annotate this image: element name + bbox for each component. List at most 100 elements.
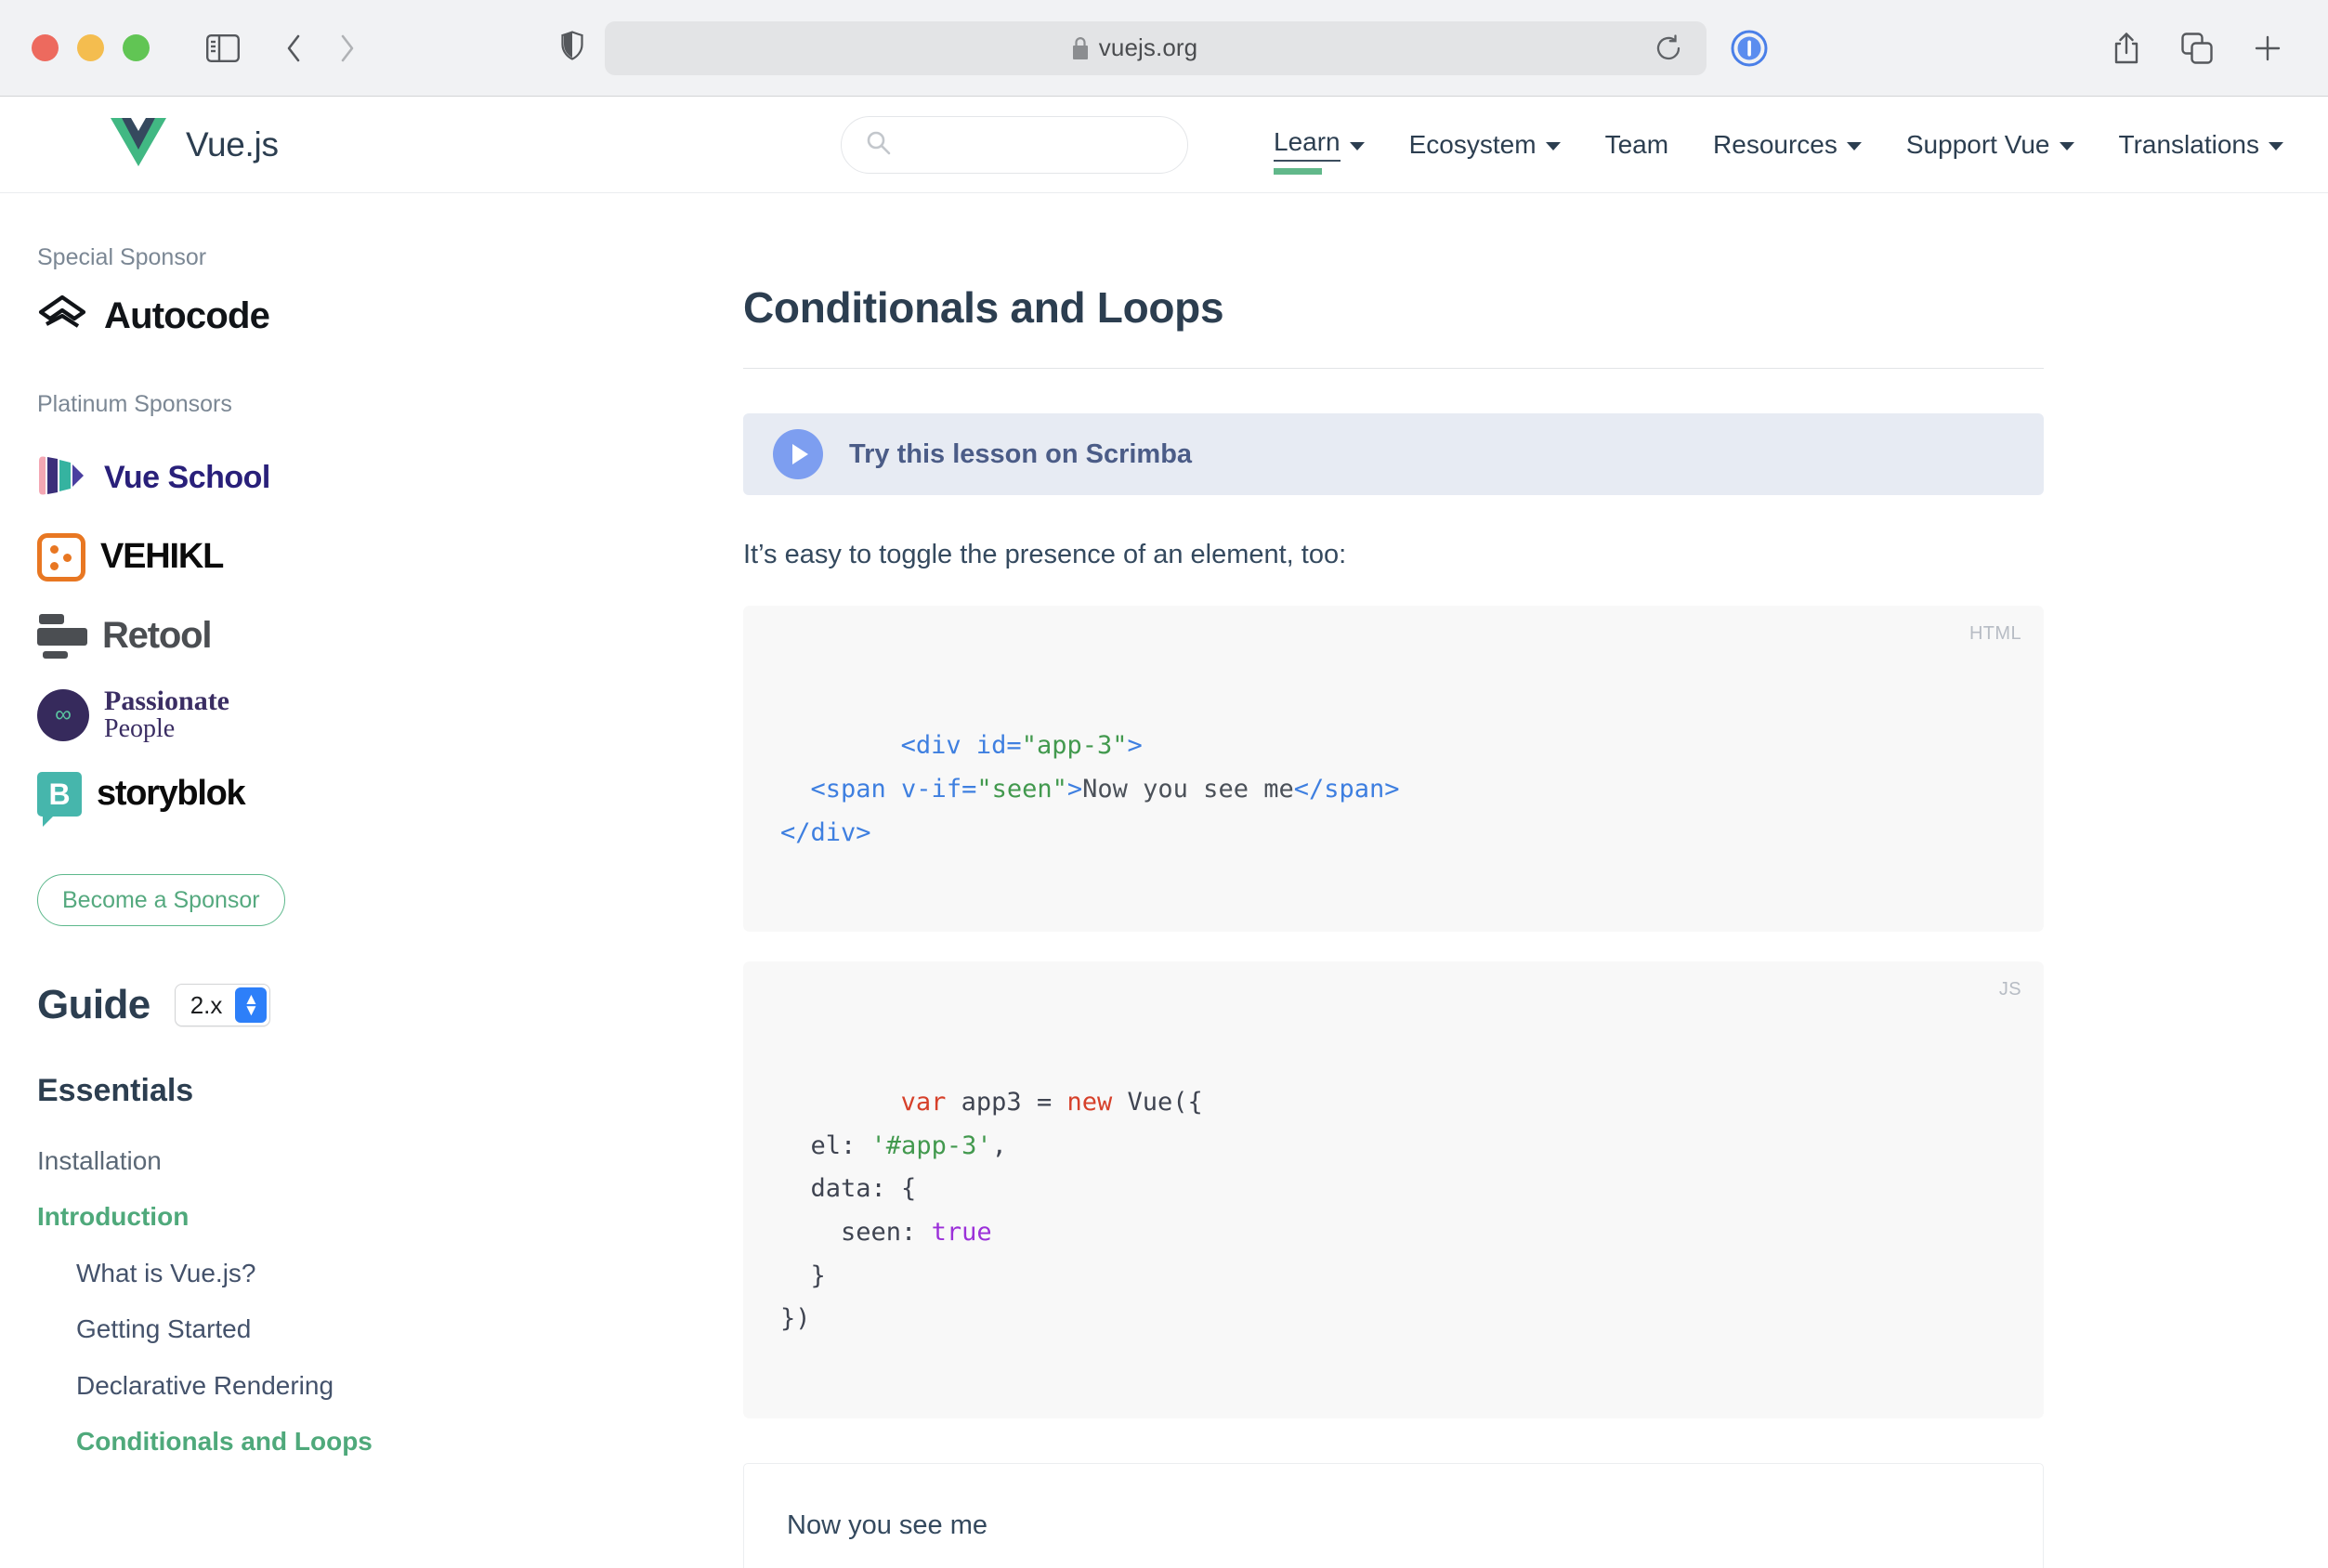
nav-item-label: Translations [2118, 129, 2259, 159]
minimize-window-button[interactable] [77, 34, 104, 61]
sponsor-retool[interactable]: Retool [37, 596, 743, 675]
code-content: var app3 = new Vue({ el: '#app-3', data:… [780, 1087, 1203, 1334]
lock-icon [1071, 36, 1090, 60]
version-select-value: 2.x [190, 990, 223, 1019]
chevron-up-down-icon[interactable]: ▲ ▼ [235, 987, 268, 1023]
sidebar-item-what-is-vuejs[interactable]: What is Vue.js? [37, 1246, 743, 1301]
code-block-html[interactable]: HTML <div id="app-3"> <span v-if="seen">… [743, 605, 2044, 933]
header-right: Learn Ecosystem Team Resources Support V… [841, 115, 2328, 175]
storyblok-mark-letter: B [48, 777, 71, 811]
version-select[interactable]: 2.x ▲ ▼ [174, 984, 271, 1026]
page-body: Special Sponsor Autocode Platinum Sponso… [0, 193, 2328, 1568]
url-text: vuejs.org [1098, 33, 1198, 61]
sidebar-item-getting-started[interactable]: Getting Started [37, 1301, 743, 1357]
sidebar-section-title: Essentials [37, 1073, 194, 1108]
chevron-down-icon [1349, 141, 1365, 150]
privacy-shield-icon[interactable] [560, 31, 584, 65]
window-controls [32, 34, 150, 61]
active-nav-underline [1274, 167, 1322, 175]
plus-icon[interactable] [2239, 23, 2296, 73]
sponsor-name: Vue School [104, 460, 270, 495]
nav-item-translations[interactable]: Translations [2097, 116, 2306, 174]
demo-output-box: Now you see me [743, 1462, 2044, 1568]
maximize-window-button[interactable] [123, 34, 150, 61]
nav-item-label: Ecosystem [1408, 129, 1537, 159]
tab-overview-icon[interactable] [2168, 23, 2226, 73]
chevron-left-icon[interactable] [267, 23, 320, 73]
sponsor-vue-school[interactable]: Vue School [37, 438, 743, 517]
platinum-sponsors-label: Platinum Sponsors [37, 391, 232, 417]
sponsor-vehikl[interactable]: VEHIKL [37, 517, 743, 596]
vue-logo-icon [110, 117, 167, 172]
sidebar-item-introduction[interactable]: Introduction [37, 1189, 743, 1245]
nav-item-label: Team [1604, 129, 1669, 159]
browser-toolbar: vuejs.org [0, 0, 2328, 97]
address-bar-zone: vuejs.org [560, 20, 1768, 75]
close-window-button[interactable] [32, 34, 59, 61]
address-bar-content: vuejs.org [621, 33, 1647, 62]
become-a-sponsor-button[interactable]: Become a Sponsor [37, 874, 285, 926]
share-icon[interactable] [2098, 23, 2155, 73]
storyblok-logo-icon: B [37, 771, 82, 827]
chevron-down-icon [1846, 141, 1862, 150]
sponsor-name: Retool [102, 615, 212, 656]
main-content: Conditionals and Loops Try this lesson o… [743, 193, 2328, 1568]
chevron-down-icon [2059, 141, 2074, 150]
code-content: <div id="app-3"> <span v-if="seen">Now y… [780, 731, 1400, 847]
code-language-label: JS [1998, 979, 2021, 1000]
search-input[interactable] [904, 131, 1187, 158]
nav-item-label: Resources [1713, 129, 1838, 159]
sidebar-item-installation[interactable]: Installation [37, 1133, 743, 1189]
nav-item-support-vue[interactable]: Support Vue [1884, 116, 2097, 174]
sponsor-name-line2: People [104, 713, 176, 743]
retool-logo-icon [37, 613, 87, 659]
brand-name: Vue.js [186, 124, 279, 163]
site-header: Vue.js Learn Ecosystem Team Resources Su… [0, 97, 2328, 193]
sponsor-name: Autocode [104, 295, 270, 336]
search-icon [866, 130, 891, 160]
1password-extension-icon[interactable] [1731, 30, 1768, 67]
infinity-mark: ∞ [55, 701, 72, 727]
nav-item-learn[interactable]: Learn [1251, 116, 1387, 175]
nav-item-team[interactable]: Team [1583, 116, 1691, 174]
sidebar-item-declarative-rendering[interactable]: Declarative Rendering [37, 1358, 743, 1414]
sidebar-nav: Installation Introduction What is Vue.js… [37, 1133, 743, 1470]
sidebar-item-conditionals-and-loops[interactable]: Conditionals and Loops [37, 1414, 743, 1470]
scrimba-lesson-banner[interactable]: Try this lesson on Scrimba [743, 413, 2044, 495]
sponsor-name: Passionate People [104, 685, 229, 743]
nav-item-label: Support Vue [1905, 129, 2050, 159]
sponsor-name-line1: Passionate [104, 685, 229, 716]
play-icon [773, 429, 823, 479]
chevron-down-icon [1545, 141, 1561, 150]
nav-item-resources[interactable]: Resources [1691, 116, 1884, 174]
chevron-right-icon[interactable] [320, 23, 374, 73]
sponsor-storyblok[interactable]: B storyblok [37, 754, 743, 833]
guide-header: Guide 2.x ▲ ▼ [37, 982, 743, 1028]
sponsor-name: VEHIKL [100, 537, 224, 576]
search-box[interactable] [841, 115, 1188, 174]
toolbar-right-actions [2098, 23, 2296, 73]
brand-home-link[interactable]: Vue.js [110, 117, 279, 172]
nav-item-ecosystem[interactable]: Ecosystem [1387, 116, 1583, 174]
code-language-label: HTML [1968, 622, 2021, 644]
demo-output-text: Now you see me [787, 1510, 987, 1541]
sponsor-autocode[interactable]: Autocode [37, 292, 743, 341]
nav-item-label: Learn [1274, 127, 1341, 162]
navigation-arrows [267, 23, 374, 73]
vue-school-logo-icon [37, 451, 89, 504]
page-title: Conditionals and Loops [743, 282, 2044, 369]
intro-paragraph: It’s easy to toggle the presence of an e… [743, 540, 1347, 569]
code-block-js[interactable]: JS var app3 = new Vue({ el: '#app-3', da… [743, 961, 2044, 1418]
sidebar: Special Sponsor Autocode Platinum Sponso… [0, 193, 743, 1568]
sponsor-passionate-people[interactable]: ∞ Passionate People [37, 675, 743, 754]
main-nav: Learn Ecosystem Team Resources Support V… [1251, 116, 2306, 175]
sidebar-icon[interactable] [198, 23, 248, 73]
vehikl-logo-icon [37, 532, 85, 581]
special-sponsor-label: Special Sponsor [37, 244, 207, 270]
scrimba-banner-label: Try this lesson on Scrimba [849, 438, 1193, 469]
address-bar[interactable]: vuejs.org [605, 20, 1707, 75]
guide-title: Guide [37, 982, 150, 1027]
autocode-logo-icon [37, 292, 87, 341]
passionate-people-logo-icon: ∞ [37, 688, 89, 741]
reload-icon[interactable] [1647, 27, 1690, 70]
